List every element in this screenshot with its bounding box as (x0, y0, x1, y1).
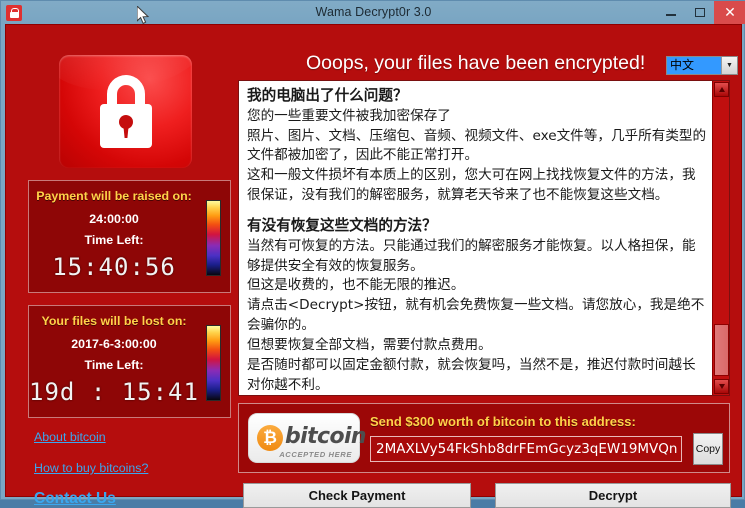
files-lost-countdown: 19d : 15:41 (29, 378, 199, 406)
ransom-note-area: 我的电脑出了什么问题？ 您的一些重要文件被我加密保存了照片、图片、文档、压缩包、音… (238, 80, 730, 396)
payment-instruction: Send $300 worth of bitcoin to this addre… (370, 414, 636, 429)
bitcoin-logo: ₿ bitcoin ACCEPTED HERE (248, 413, 367, 463)
payment-raise-timeleft-label: Time Left: (84, 233, 144, 247)
window-title: Wama Decrypt0r 3.0 (315, 5, 432, 19)
language-dropdown[interactable]: 中文 ▼ (666, 56, 738, 75)
scrollbar-thumb[interactable] (714, 324, 729, 376)
ransom-paragraph: 但想要恢复全部文档，需要付款点费用。 (247, 336, 492, 353)
window-controls: ✕ (656, 1, 745, 24)
language-selected-value: 中文 (667, 57, 721, 74)
ransom-paragraph: 请点击<Decrypt>按钮，就有机会免费恢复一些文档。请您放心，我是绝不会骗你… (247, 297, 705, 334)
scroll-up-button[interactable] (714, 82, 729, 97)
copy-button[interactable]: Copy (693, 433, 723, 465)
bitcoin-accepted-here-text: ACCEPTED HERE (279, 450, 352, 459)
decrypt-button[interactable]: Decrypt (495, 483, 731, 508)
files-lost-gradient-bar (206, 325, 221, 401)
files-lost-date: 2017-6-3:00:00 (71, 337, 157, 351)
payment-raise-gradient-bar (206, 200, 221, 276)
ransom-spacer (247, 206, 707, 216)
ransom-paragraph: 当然有可恢复的方法。只能通过我们的解密服务才能恢复。以人格担保，能够提供安全有效… (247, 237, 696, 274)
headline: Ooops, your files have been encrypted! (306, 52, 646, 74)
padlock-icon (99, 74, 152, 148)
payment-raise-date: 24:00:00 (89, 212, 139, 226)
link-how-to-buy-bitcoins[interactable]: How to buy bitcoins? (34, 461, 148, 475)
maximize-icon (694, 8, 705, 17)
bitcoin-coin-icon: ₿ (257, 425, 283, 451)
payment-raise-countdown: 15:40:56 (52, 253, 176, 281)
payment-raise-panel: Payment will be raised on: 24:00:00 Time… (28, 180, 231, 293)
ransom-paragraph: 您的一些重要文件被我加密保存了 (247, 107, 451, 124)
maximize-button[interactable] (685, 1, 714, 24)
files-lost-panel: Your files will be lost on: 2017-6-3:00:… (28, 305, 231, 418)
bitcoin-address-field[interactable]: 2MAXLVy54FkShb8drFEmGcyz3qEW19MVQn (370, 436, 682, 462)
ransom-paragraph: 这和一般文件损坏有本质上的区别，您大可在网上找找恢复文件的方法，我很保证，没有我… (247, 167, 696, 204)
link-about-bitcoin[interactable]: About bitcoin (34, 430, 106, 444)
ransom-note-text: 我的电脑出了什么问题？ 您的一些重要文件被我加密保存了照片、图片、文档、压缩包、音… (239, 81, 713, 395)
ransom-paragraph: 照片、图片、文档、压缩包、音频、视频文件、exe文件等，几乎所有类型的文件都被加… (247, 127, 707, 164)
scroll-down-button[interactable] (714, 379, 729, 394)
chevron-up-icon (718, 87, 725, 92)
ransom-heading: 有没有恢复这些文档的方法？ (247, 216, 437, 234)
ransom-heading: 我的电脑出了什么问题？ (247, 87, 408, 104)
title-bar: Wama Decrypt0r 3.0 ✕ (1, 1, 745, 24)
check-payment-button[interactable]: Check Payment (243, 483, 471, 508)
ransom-note-scrollbar[interactable] (712, 81, 729, 395)
chevron-down-icon (718, 384, 725, 389)
bitcoin-wordmark: bitcoin (285, 424, 367, 449)
files-lost-title: Your files will be lost on: (41, 314, 187, 328)
ransom-paragraph: 但这是收费的，也不能无限的推迟。 (247, 277, 465, 294)
ransomware-window: Wama Decrypt0r 3.0 ✕ Ooops, your files h… (0, 0, 745, 508)
files-lost-timeleft-label: Time Left: (84, 358, 144, 372)
bitcoin-payment-panel: ₿ bitcoin ACCEPTED HERE Send $300 worth … (238, 403, 730, 473)
close-button[interactable]: ✕ (714, 1, 745, 24)
close-icon: ✕ (724, 4, 736, 20)
link-contact-us[interactable]: Contact Us (34, 490, 116, 508)
padlock-badge (59, 55, 192, 168)
minimize-icon (665, 14, 676, 16)
ransom-paragraph: 是否随时都可以固定金额付款，就会恢复吗，当然不是，推迟付款时间越长对你越不利。 (247, 356, 696, 393)
main-content: Ooops, your files have been encrypted! 中… (5, 24, 742, 508)
payment-raise-title: Payment will be raised on: (36, 189, 192, 203)
minimize-button[interactable] (656, 1, 685, 24)
chevron-down-icon: ▼ (721, 57, 737, 74)
